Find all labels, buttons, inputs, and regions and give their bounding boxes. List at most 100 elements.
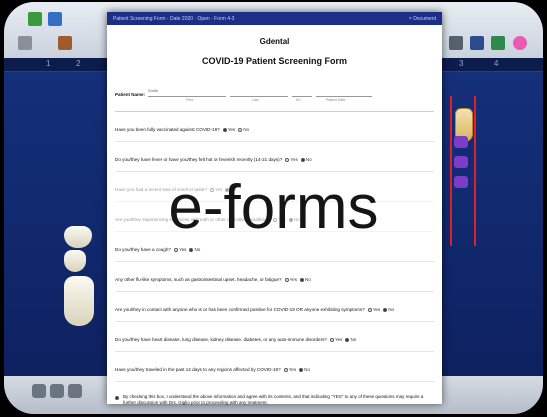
tooth-icon[interactable] <box>18 36 32 50</box>
answer-label-yes: Yes <box>372 306 381 312</box>
question-row: Have you been fully vaccinated against C… <box>115 127 434 133</box>
answer-label-no: No <box>243 127 250 132</box>
question-row: Do you/they have fever or have you/they … <box>115 157 434 163</box>
question-divider <box>115 350 434 352</box>
form-title: COVID-19 Patient Screening Form <box>201 56 348 66</box>
answer-label-no: No <box>305 276 311 282</box>
answer-radio-no[interactable] <box>345 337 350 342</box>
question-row: Any other flu-like symptoms, such as gas… <box>115 277 434 283</box>
answer-option-no[interactable]: No <box>189 247 200 253</box>
answer-label-yes: Yes <box>178 246 187 252</box>
answer-option-no[interactable]: No <box>299 367 310 373</box>
answer-option-yes[interactable]: Yes <box>283 366 297 373</box>
question-row: Are you/they in contact with anyone who … <box>115 307 434 313</box>
answer-radio-no[interactable] <box>383 307 388 312</box>
divider <box>115 111 434 112</box>
tooth-graphic[interactable] <box>64 250 86 272</box>
answer-label-no: No <box>350 336 357 342</box>
toolbar-icon[interactable] <box>68 384 82 398</box>
toolbar-icon[interactable] <box>50 384 64 398</box>
answer-radio-yes[interactable] <box>222 127 227 132</box>
answer-label-no: No <box>304 366 311 372</box>
answer-option-yes[interactable]: Yes <box>285 157 298 163</box>
answer-option-yes[interactable]: Yes <box>329 336 343 343</box>
titlebar-text: Patient Screening Form · Date 2020 · Ope… <box>113 15 235 22</box>
question-text: Do you/they have heart disease, lung dis… <box>115 336 327 342</box>
settings-icon[interactable] <box>58 36 72 50</box>
consent-radio[interactable] <box>115 395 119 400</box>
answer-radio-yes[interactable] <box>283 367 288 372</box>
toolbar-icon[interactable] <box>32 384 46 398</box>
leaf-icon[interactable] <box>28 12 42 26</box>
answer-option-yes[interactable]: Yes <box>284 276 298 283</box>
patient-name-label: Patient Name: <box>115 92 146 97</box>
last-name-field[interactable]: Last <box>230 88 289 102</box>
question-divider <box>115 380 434 382</box>
answer-label-yes: Yes <box>289 276 298 282</box>
save-icon[interactable] <box>470 36 484 50</box>
question-row: Do you/they have a cough? Yes No <box>115 247 434 253</box>
answer-radio-yes[interactable] <box>285 157 290 162</box>
registered-icon[interactable] <box>513 36 527 50</box>
question-row: Do you/they have heart disease, lung dis… <box>115 337 434 343</box>
question-divider <box>115 290 434 292</box>
form-window-titlebar[interactable]: Patient Screening Form · Date 2020 · Ope… <box>107 12 442 25</box>
ruler-number: 1 <box>46 59 51 68</box>
answer-option-no[interactable]: No <box>383 307 394 313</box>
answer-option-yes[interactable]: Yes <box>222 127 236 133</box>
answer-option-no[interactable]: No <box>238 127 249 133</box>
practice-brand: Gdental <box>259 37 290 46</box>
consent-row[interactable]: By checking this box, I understand the a… <box>115 394 434 407</box>
question-text: Are you/they in contact with anyone who … <box>115 306 365 312</box>
close-document-button[interactable]: × Document <box>409 16 436 22</box>
answer-option-yes[interactable]: Yes <box>173 246 187 253</box>
answer-radio-no[interactable] <box>299 367 304 372</box>
answer-option-no[interactable]: No <box>345 337 356 343</box>
question-text: Have you/they traveled in the past 14 da… <box>115 366 281 372</box>
answer-label-no: No <box>388 306 395 312</box>
question-divider <box>115 260 434 262</box>
patient-date-sublabel: Patient Date <box>326 98 346 102</box>
answer-label-no: No <box>194 246 201 252</box>
answer-label-yes: Yes <box>227 127 236 132</box>
image-icon[interactable] <box>491 36 505 50</box>
answer-radio-no[interactable] <box>189 247 194 252</box>
first-name-value: Smith <box>148 88 159 93</box>
question-text: Have you been fully vaccinated against C… <box>115 127 220 132</box>
first-name-field[interactable]: Smith First <box>148 88 227 102</box>
middle-initial-field[interactable]: M.I. <box>292 88 313 102</box>
question-text: Do you/they have a cough? <box>115 246 171 252</box>
screening-questions: Have you been fully vaccinated against C… <box>115 127 434 382</box>
answer-option-no[interactable]: No <box>300 277 311 283</box>
answer-radio-yes[interactable] <box>329 337 334 342</box>
consent-text: By checking this box, I understand the a… <box>123 393 424 406</box>
question-divider <box>115 140 434 142</box>
patient-name-row: Patient Name: Smith First Last M.I. Pati… <box>115 88 434 102</box>
question-text: Any other flu-like symptoms, such as gas… <box>115 276 282 282</box>
answer-label-yes: Yes <box>288 366 297 372</box>
ruler-number: 2 <box>76 59 81 68</box>
answer-option-yes[interactable]: Yes <box>367 306 381 313</box>
question-divider <box>115 320 434 322</box>
ruler-number: 3 <box>459 59 464 68</box>
answer-radio-yes[interactable] <box>367 307 372 312</box>
patient-date-field[interactable]: Patient Date <box>316 88 373 102</box>
restoration-marker <box>454 136 468 148</box>
tooth-graphic[interactable] <box>64 276 94 326</box>
answer-label-yes: Yes <box>290 156 298 162</box>
answer-radio-no[interactable] <box>238 127 243 132</box>
answer-option-no[interactable]: No <box>300 157 312 163</box>
answer-radio-yes[interactable] <box>173 247 178 252</box>
chart-icon[interactable] <box>48 12 62 26</box>
print-icon[interactable] <box>449 36 463 50</box>
first-name-sublabel: First <box>186 98 193 102</box>
answer-radio-no[interactable] <box>300 277 304 282</box>
restoration-marker <box>454 156 468 168</box>
answer-radio-no[interactable] <box>300 157 305 162</box>
ruler-number: 4 <box>494 59 499 68</box>
e-forms-title: e-forms <box>168 173 379 242</box>
question-text: Do you/they have fever or have you/they … <box>115 156 283 162</box>
middle-initial-sublabel: M.I. <box>296 98 302 102</box>
answer-label-yes: Yes <box>334 336 343 342</box>
answer-radio-yes[interactable] <box>284 277 289 282</box>
